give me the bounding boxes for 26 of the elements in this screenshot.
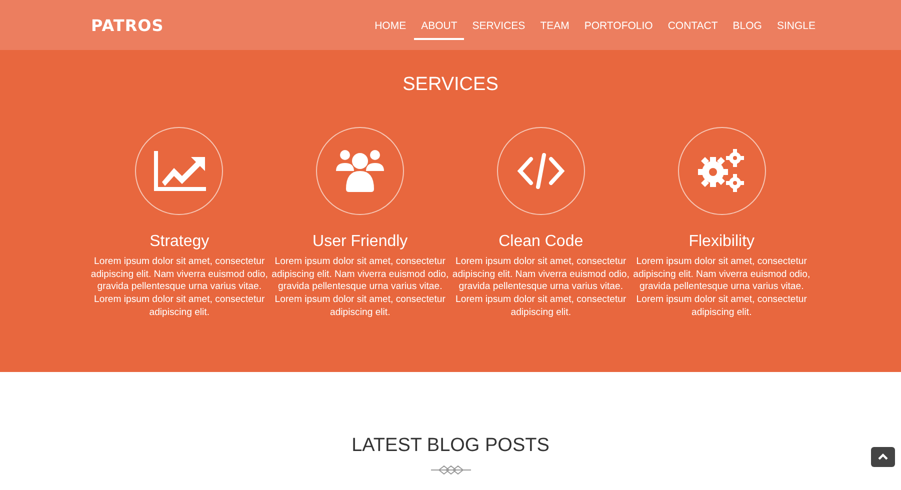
nav-link[interactable]: SINGLE [770, 16, 822, 40]
nav-link[interactable]: BLOG [726, 16, 769, 40]
service-title: Strategy [150, 233, 210, 251]
nav-link[interactable]: TEAM [533, 16, 576, 40]
nav-link[interactable]: SERVICES [465, 16, 532, 40]
service-description: Lorem ipsum dolor sit amet, consectetur adipiscing elit. Nam viverra euismod odio, gravida pellentesque urna varius vitae. Lorem ipsum dolor sit amet, consectetur adipiscing elit. [632, 256, 812, 320]
service-title: Clean Code [498, 233, 584, 251]
service-description: Lorem ipsum dolor sit amet, consectetur adipiscing elit. Nam viverra euismod odio, gravida pellentesque urna varius vitae. Lorem ipsum dolor sit amet, consectetur adipiscing elit. [90, 256, 269, 320]
users-icon [335, 149, 386, 193]
chevron-up-icon [878, 453, 888, 461]
nav-link[interactable]: ABOUT [414, 16, 464, 40]
nav-link[interactable]: HOME [368, 16, 414, 40]
chart-icon [152, 149, 206, 193]
section-title: SERVICES [402, 74, 500, 97]
nav-link[interactable]: CONTACT [660, 16, 725, 40]
service-title: Flexibility [688, 233, 755, 251]
service-description: Lorem ipsum dolor sit amet, consectetur adipiscing elit. Nam viverra euismod odio, gravida pellentesque urna varius vitae. Lorem ipsum dolor sit amet, consectetur adipiscing elit. [451, 256, 630, 320]
service-description: Lorem ipsum dolor sit amet, consectetur adipiscing elit. Nam viverra euismod odio, gravida pellentesque urna varius vitae. Lorem ipsum dolor sit amet, consectetur adipiscing elit. [270, 256, 450, 320]
nav-link[interactable]: PORTOFOLIO [577, 16, 660, 40]
service-title: User Friendly [312, 233, 408, 251]
divider-ornament-icon [430, 465, 470, 475]
section-title: LATEST BLOG POSTS [352, 435, 550, 457]
code-icon [516, 153, 565, 189]
scroll-top-button[interactable] [871, 447, 895, 467]
gears-icon [696, 148, 747, 194]
logo[interactable]: PATROS [91, 16, 164, 34]
